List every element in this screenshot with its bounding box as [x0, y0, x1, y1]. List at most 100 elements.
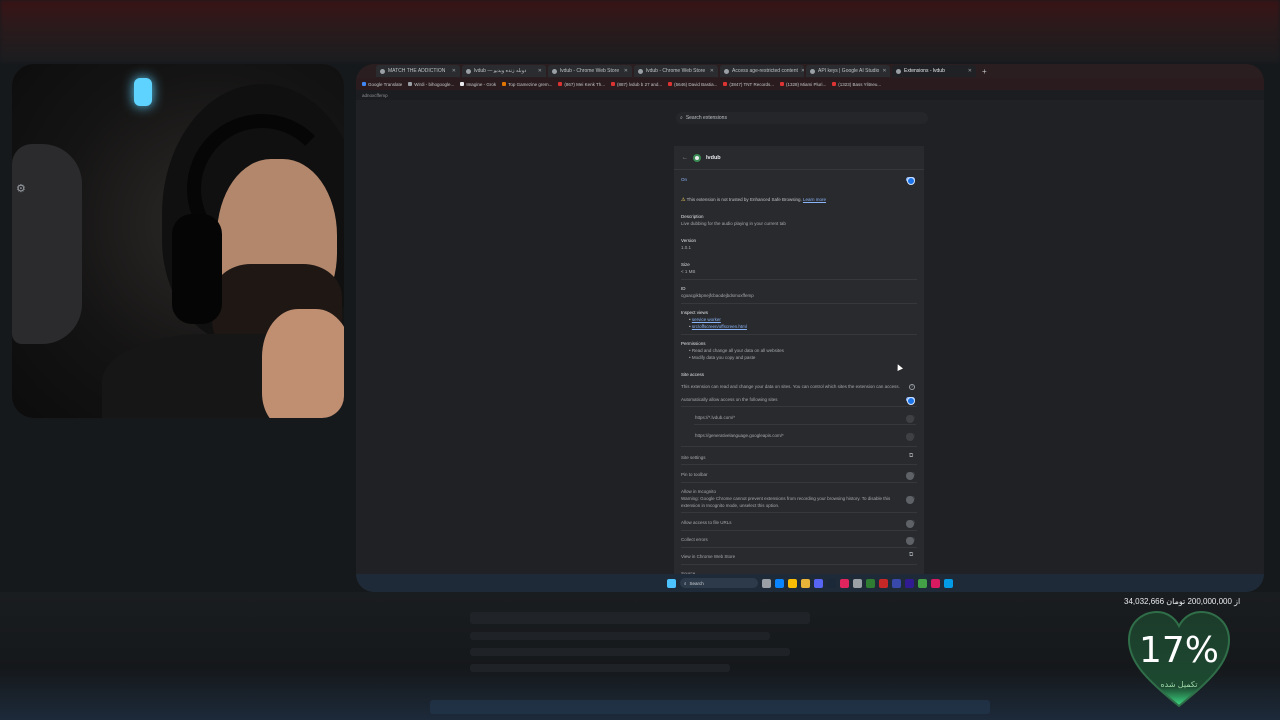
app-icon[interactable] [944, 578, 953, 588]
divider [681, 512, 917, 513]
close-icon[interactable]: ✕ [452, 68, 456, 74]
task-view-icon[interactable] [762, 578, 771, 588]
settings-gear-icon[interactable] [853, 578, 862, 588]
inspect-views-block: Inspect views • service worker • src/off… [681, 310, 747, 329]
bookmark-item[interactable]: Wirdi - bihogoogle... [408, 82, 454, 87]
app-icon[interactable] [931, 578, 940, 588]
youtube-icon [558, 82, 563, 86]
bookmark-item[interactable]: (3847) TNT Records... [723, 82, 774, 87]
version-block: Version 1.0.1 [681, 238, 697, 250]
close-icon[interactable]: ✕ [538, 68, 542, 74]
gaming-chair [12, 144, 82, 344]
search-icon: ⌕ [684, 580, 687, 586]
divider [694, 424, 916, 425]
incognito-toggle[interactable] [906, 495, 915, 504]
details-header: ← lvdub [674, 146, 924, 170]
tab-favicon-icon [810, 68, 815, 74]
bookmark-item[interactable]: Top Gamezine grem... [502, 82, 552, 87]
file-urls-row: Allow access to file URLs [681, 520, 732, 525]
youtube-icon [832, 82, 837, 86]
divider [681, 334, 917, 335]
close-icon[interactable]: ✕ [882, 68, 886, 74]
app-icon[interactable] [879, 578, 888, 588]
app-icon[interactable] [892, 578, 901, 588]
app-icon[interactable] [840, 578, 849, 588]
inspect-view-link[interactable]: src/offscreen/offscreen.html [692, 324, 747, 329]
size-block: Size < 1 MB [681, 262, 696, 274]
divider [681, 530, 917, 531]
bookmark-item[interactable]: (1323) Bass Ylitneu... [832, 82, 881, 87]
vscode-icon[interactable] [775, 578, 784, 588]
bookmark-item[interactable]: (867) Mei Kenk Th... [558, 82, 605, 87]
close-icon[interactable]: ✕ [624, 68, 628, 74]
warning-icon: ⚠ [681, 197, 686, 203]
file-explorer-icon[interactable] [801, 578, 810, 588]
steam-icon[interactable] [827, 578, 836, 588]
learn-more-link[interactable]: Learn more [803, 197, 826, 202]
file-urls-toggle[interactable] [906, 519, 915, 528]
chair-logo: ⚙ [16, 183, 26, 195]
close-icon[interactable]: ✕ [968, 68, 972, 74]
app-icon[interactable] [918, 578, 927, 588]
back-arrow-icon[interactable]: ← [682, 155, 688, 161]
taskbar-search[interactable]: ⌕ Search [680, 578, 758, 588]
youtube-icon [779, 82, 784, 86]
site-toggle[interactable] [906, 432, 915, 441]
donation-goal-widget: 17% تکمیل شده [1127, 610, 1231, 710]
site-access-block: Site access [681, 372, 705, 377]
bookmark-item[interactable]: Imagine - Grok [460, 82, 496, 87]
extensions-page: ⌕ Search extensions ← lvdub On ⚠ This ex… [356, 100, 1264, 586]
divider [681, 547, 917, 548]
collect-errors-toggle[interactable] [906, 536, 915, 545]
site-toggle[interactable] [906, 414, 915, 423]
app-icon[interactable] [866, 578, 875, 588]
webcam-feed: ⚙ [12, 64, 344, 418]
browser-tab-active[interactable]: Extensions - lvdub ✕ [892, 65, 976, 77]
browser-tab[interactable]: lvdub — دوبله زنده ویدیو ✕ [462, 65, 546, 77]
discord-icon[interactable] [814, 578, 823, 588]
browser-tab[interactable]: Access age-restricted content ✕ [720, 65, 804, 77]
premiere-icon[interactable] [905, 578, 914, 588]
site-settings-row[interactable]: Site settings [681, 454, 917, 461]
bookmark-item[interactable]: (5646) David Bastia... [668, 82, 717, 87]
browser-tab[interactable]: lvdub - Chrome Web Store ✕ [548, 65, 632, 77]
auto-allow-toggle[interactable] [906, 396, 915, 405]
inspect-view-link[interactable]: service worker [692, 317, 721, 322]
browser-tab[interactable]: API keys | Google AI Studio ✕ [806, 65, 890, 77]
extension-enabled-toggle[interactable] [906, 176, 915, 185]
permissions-block: Permissions • Read and change all your d… [681, 341, 784, 360]
chrome-icon[interactable] [788, 578, 797, 588]
new-tab-button[interactable]: + [978, 67, 991, 76]
tab-favicon-icon [724, 68, 729, 74]
browser-tab[interactable]: lvdub - Chrome Web Store ✕ [634, 65, 718, 77]
auto-allow-label: Automatically allow access on the follow… [681, 397, 778, 402]
tab-favicon-icon [638, 68, 643, 74]
web-store-row[interactable]: View in Chrome Web Store [681, 553, 917, 560]
bookmark-item[interactable]: (1328) Miami Pluri... [779, 82, 826, 87]
open-external-icon[interactable]: ⧉ [909, 552, 913, 559]
on-label: On [681, 177, 688, 182]
donation-amount-text: 34,032,666 از 200,000,000 تومان [1124, 597, 1241, 606]
bookmarks-bar: Google Translate Wirdi - bihogoogle... I… [356, 78, 1264, 90]
background-light [134, 78, 152, 106]
tab-favicon-icon [552, 68, 557, 74]
close-icon[interactable]: ✕ [710, 68, 714, 74]
close-icon[interactable]: ✕ [801, 68, 804, 74]
headphones-earcup [172, 214, 222, 324]
bookmark-item[interactable]: Google Translate [362, 82, 402, 87]
browser-window: MATCH THE ADDICTION ✕ lvdub — دوبله زنده … [356, 64, 1264, 592]
tab-bar: MATCH THE ADDICTION ✕ lvdub — دوبله زنده … [356, 64, 1264, 78]
site-entry: https://*.lvdub.com/* [695, 415, 736, 420]
pin-toolbar-row: Pin to toolbar [681, 472, 708, 477]
windows-start-icon[interactable] [667, 578, 676, 588]
divider [681, 279, 917, 280]
site-entry: https://generativelanguage.googleapis.co… [695, 433, 784, 438]
browser-tab[interactable]: MATCH THE ADDICTION ✕ [376, 65, 460, 77]
help-icon[interactable]: ? [909, 384, 915, 390]
id-block: ID cgoacgikbpnejfcbaodejbdsmoxffemp [681, 286, 754, 298]
open-external-icon[interactable]: ⧉ [909, 453, 913, 460]
bookmark-item[interactable]: (887) lvdub b 27 and... [611, 82, 662, 87]
divider [681, 406, 917, 407]
search-extensions-input[interactable]: ⌕ Search extensions [676, 112, 928, 124]
pin-toolbar-toggle[interactable] [906, 471, 915, 480]
